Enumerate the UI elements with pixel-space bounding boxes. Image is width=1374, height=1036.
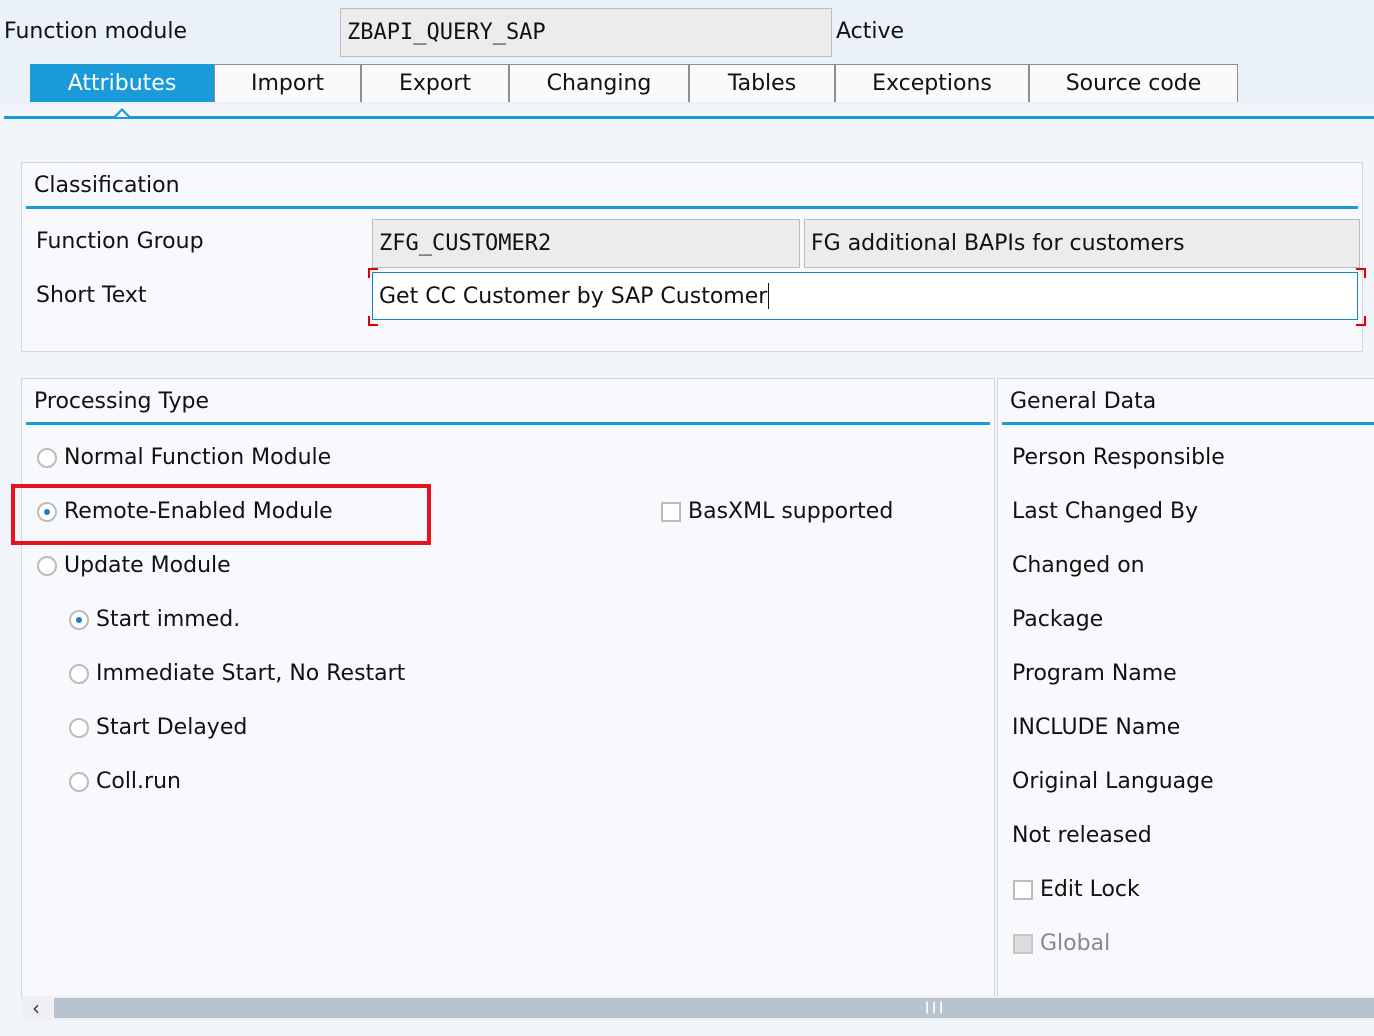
- general-data-group: [997, 378, 1374, 998]
- not-released-label: Not released: [1012, 823, 1152, 848]
- highlight-box: [11, 484, 431, 545]
- short-text-value: Get CC Customer by SAP Customer: [379, 283, 768, 309]
- short-text-input[interactable]: Get CC Customer by SAP Customer: [372, 272, 1358, 320]
- immediate-start-no-restart-radio[interactable]: [69, 664, 89, 684]
- start-delayed-radio[interactable]: [69, 718, 89, 738]
- function-group-description: FG additional BAPIs for customers: [804, 219, 1360, 268]
- program-name-label: Program Name: [1012, 661, 1177, 686]
- active-tab-indicator-inner: [116, 111, 128, 117]
- chevron-left-icon[interactable]: ‹: [24, 996, 48, 1020]
- normal-function-module-label: Normal Function Module: [64, 445, 332, 470]
- tab-attributes[interactable]: Attributes: [30, 64, 214, 102]
- normal-function-module-radio[interactable]: [37, 448, 57, 468]
- function-group-label: Function Group: [36, 229, 204, 254]
- processing-type-title: Processing Type: [34, 389, 210, 414]
- tab-import[interactable]: Import: [214, 64, 361, 102]
- classification-title: Classification: [34, 173, 180, 198]
- short-text-label: Short Text: [36, 283, 147, 308]
- immediate-start-no-restart-label: Immediate Start, No Restart: [96, 661, 406, 686]
- general-data-title: General Data: [1010, 389, 1157, 414]
- focus-corner-top-left: [368, 268, 378, 278]
- grip-icon: ┃┃┃: [924, 1003, 946, 1014]
- update-module-radio[interactable]: [37, 556, 57, 576]
- focus-corner-bottom-right: [1356, 316, 1366, 326]
- global-label: Global: [1040, 931, 1111, 956]
- basxml-supported-label: BasXML supported: [688, 499, 894, 524]
- edit-lock-checkbox[interactable]: [1013, 880, 1033, 900]
- global-checkbox: [1013, 934, 1033, 954]
- tab-source-code[interactable]: Source code: [1029, 64, 1238, 102]
- update-module-label: Update Module: [64, 553, 231, 578]
- focus-corner-bottom-left: [368, 316, 378, 326]
- text-caret: [768, 283, 770, 309]
- tab-tables[interactable]: Tables: [689, 64, 835, 102]
- package-label: Package: [1012, 607, 1104, 632]
- scrollbar-thumb[interactable]: [54, 998, 1374, 1018]
- person-responsible-label: Person Responsible: [1012, 445, 1225, 470]
- edit-lock-label: Edit Lock: [1040, 877, 1140, 902]
- start-delayed-label: Start Delayed: [96, 715, 248, 740]
- start-immed-label: Start immed.: [96, 607, 241, 632]
- tab-export[interactable]: Export: [361, 64, 509, 102]
- status-label: Active: [836, 19, 905, 44]
- last-changed-by-label: Last Changed By: [1012, 499, 1199, 524]
- original-language-label: Original Language: [1012, 769, 1214, 794]
- coll-run-label: Coll.run: [96, 769, 181, 794]
- general-data-title-rule: [1002, 422, 1374, 425]
- function-group-field[interactable]: ZFG_CUSTOMER2: [372, 219, 800, 268]
- tab-underline: [4, 116, 1374, 119]
- tab-exceptions[interactable]: Exceptions: [835, 64, 1029, 102]
- start-immed-radio[interactable]: [69, 610, 89, 630]
- tab-changing[interactable]: Changing: [509, 64, 689, 102]
- processing-type-group: [21, 378, 995, 998]
- function-module-label: Function module: [4, 19, 188, 44]
- processing-type-title-rule: [26, 422, 990, 425]
- classification-title-rule: [26, 206, 1358, 209]
- include-name-label: INCLUDE Name: [1012, 715, 1181, 740]
- function-module-field[interactable]: ZBAPI_QUERY_SAP: [340, 8, 832, 57]
- coll-run-radio[interactable]: [69, 772, 89, 792]
- basxml-supported-checkbox[interactable]: [661, 502, 681, 522]
- focus-corner-top-right: [1356, 268, 1366, 278]
- changed-on-label: Changed on: [1012, 553, 1145, 578]
